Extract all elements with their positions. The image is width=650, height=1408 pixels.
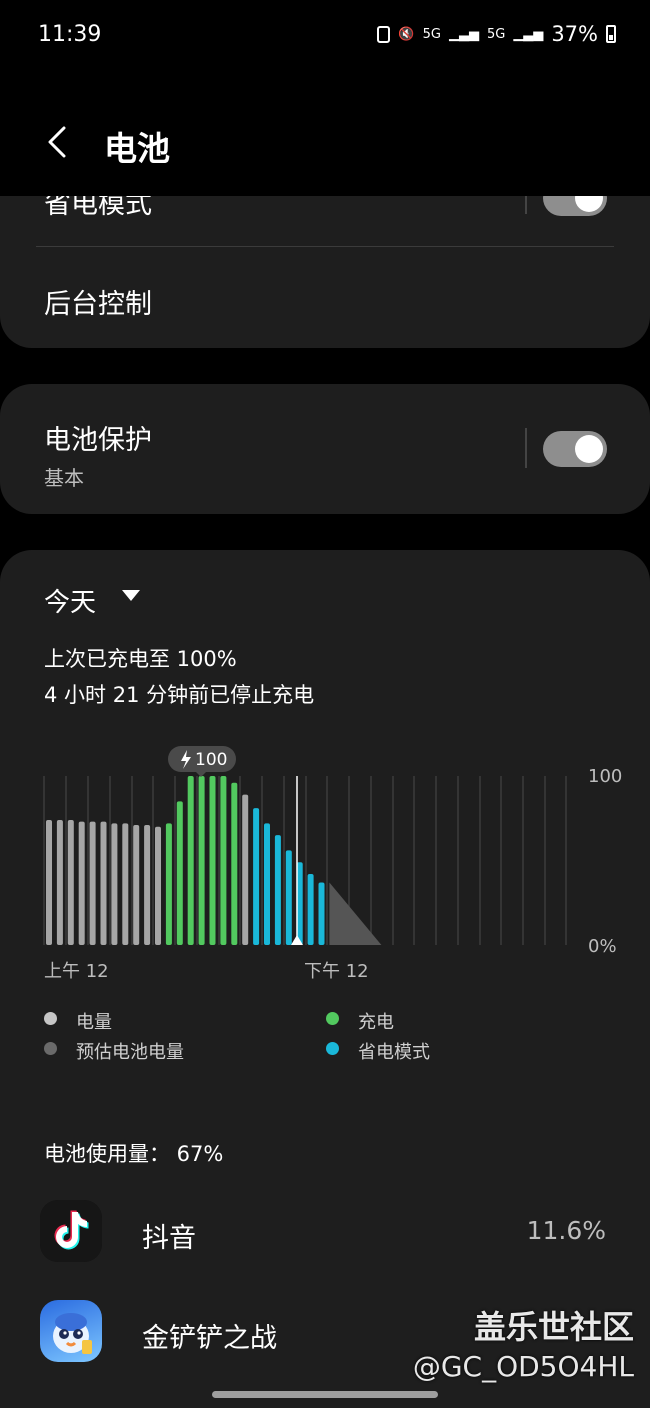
battery-level-chart: 100 0% 上午 12 下午 12 100 xyxy=(43,746,622,982)
bar-充电-17 xyxy=(231,782,238,945)
battery-protection-label: 电池保护 xyxy=(44,425,152,456)
bar-充电-14 xyxy=(198,776,205,945)
bar-省电模式-21 xyxy=(274,835,281,945)
bar-电量-5 xyxy=(100,821,107,945)
legend-level: 电量 xyxy=(76,1012,112,1033)
status-time: 11:39 xyxy=(38,22,102,47)
bar-电量-1 xyxy=(56,819,63,945)
app-name: 金铲铲之战 xyxy=(142,1323,277,1354)
stopped-charging-text: 4 小时 21 分钟前已停止充电 xyxy=(44,683,315,707)
watermark-handle: @GC_OD5O4HL xyxy=(412,1350,634,1383)
toggle-divider xyxy=(525,428,527,468)
home-gesture-handle[interactable] xyxy=(212,1391,438,1398)
sim-icon xyxy=(377,25,391,43)
game-icon xyxy=(40,1300,102,1362)
bar-充电-12 xyxy=(176,801,183,945)
mute-icon: 🔇 xyxy=(398,26,415,42)
app-usage-percent: 11.6% xyxy=(526,1216,606,1245)
charge-badge-value: 100 xyxy=(195,750,227,770)
status-bar: 11:39 🔇 5G ▁▃▅ 5G ▁▃▅ 37% xyxy=(0,0,650,70)
signal-5g-icon: 5G xyxy=(422,26,441,42)
signal-5g-icon-2: 5G xyxy=(486,26,506,42)
battery-protection-toggle[interactable] xyxy=(543,431,607,467)
bar-充电-16 xyxy=(220,776,227,945)
bar-省电模式-25 xyxy=(318,882,325,945)
predicted-area xyxy=(329,882,382,945)
signal-bars-icon-2: ▁▃▅ xyxy=(513,26,544,42)
back-arrow-icon[interactable] xyxy=(40,122,80,162)
background-control-item[interactable]: 后台控制 xyxy=(44,282,152,321)
bar-电量-3 xyxy=(78,821,85,945)
battery-protection-card[interactable]: 电池保护 基本 xyxy=(0,384,650,514)
period-dropdown[interactable]: 今天 xyxy=(44,582,96,619)
bar-省电模式-24 xyxy=(307,874,314,945)
bar-电量-9 xyxy=(144,825,151,945)
douyin-icon xyxy=(40,1200,102,1262)
bar-电量-4 xyxy=(89,821,96,945)
bar-电量-10 xyxy=(155,826,161,945)
bar-电量-0 xyxy=(46,819,52,945)
x-tick-am12: 上午 12 xyxy=(44,961,109,982)
bar-充电-13 xyxy=(187,776,194,945)
legend-dot-charging xyxy=(326,1012,339,1025)
bar-电量-7 xyxy=(122,823,129,945)
bar-充电-15 xyxy=(209,776,216,945)
legend-power-saving: 省电模式 xyxy=(358,1042,430,1063)
bar-电量-18 xyxy=(242,794,249,945)
legend-dot-predicted xyxy=(44,1042,57,1055)
battery-percent: 37% xyxy=(551,22,598,46)
app-header: 电池 xyxy=(0,70,650,196)
app-row-douyin[interactable]: 抖音 11.6% xyxy=(0,1200,650,1280)
bar-省电模式-20 xyxy=(264,823,270,945)
bar-电量-2 xyxy=(67,819,74,945)
bar-省电模式-19 xyxy=(253,808,260,945)
bar-电量-6 xyxy=(111,823,118,945)
status-icons: 🔇 5G ▁▃▅ 5G ▁▃▅ 37% xyxy=(377,22,616,46)
dropdown-caret-icon[interactable] xyxy=(122,590,140,601)
battery-usage-total: 电池使用量： 67% xyxy=(44,1142,224,1166)
battery-icon xyxy=(606,25,616,43)
watermark-community: 盖乐世社区 xyxy=(473,1308,634,1346)
legend-predicted: 预估电池电量 xyxy=(76,1042,184,1063)
charge-badge: 100 xyxy=(168,746,236,777)
legend-dot-level xyxy=(44,1012,57,1025)
y-tick-100: 100 xyxy=(588,766,622,787)
row-divider xyxy=(36,246,614,247)
y-tick-0: 0% xyxy=(588,936,617,957)
bar-省电模式-22 xyxy=(285,850,292,945)
bar-充电-11 xyxy=(165,823,172,945)
battery-usage-card: 今天 上次已充电至 100% 4 小时 21 分钟前已停止充电 100 0% 上… xyxy=(0,550,650,1408)
page-title: 电池 xyxy=(104,129,170,168)
battery-protection-sub: 基本 xyxy=(44,466,84,490)
bar-电量-8 xyxy=(133,825,140,945)
legend-dot-power-saving xyxy=(326,1042,339,1055)
last-charged-text: 上次已充电至 100% xyxy=(44,647,237,671)
legend-charging: 充电 xyxy=(358,1012,394,1033)
app-name: 抖音 xyxy=(142,1223,196,1254)
signal-bars-icon: ▁▃▅ xyxy=(448,26,479,42)
x-tick-pm12: 下午 12 xyxy=(304,961,369,982)
